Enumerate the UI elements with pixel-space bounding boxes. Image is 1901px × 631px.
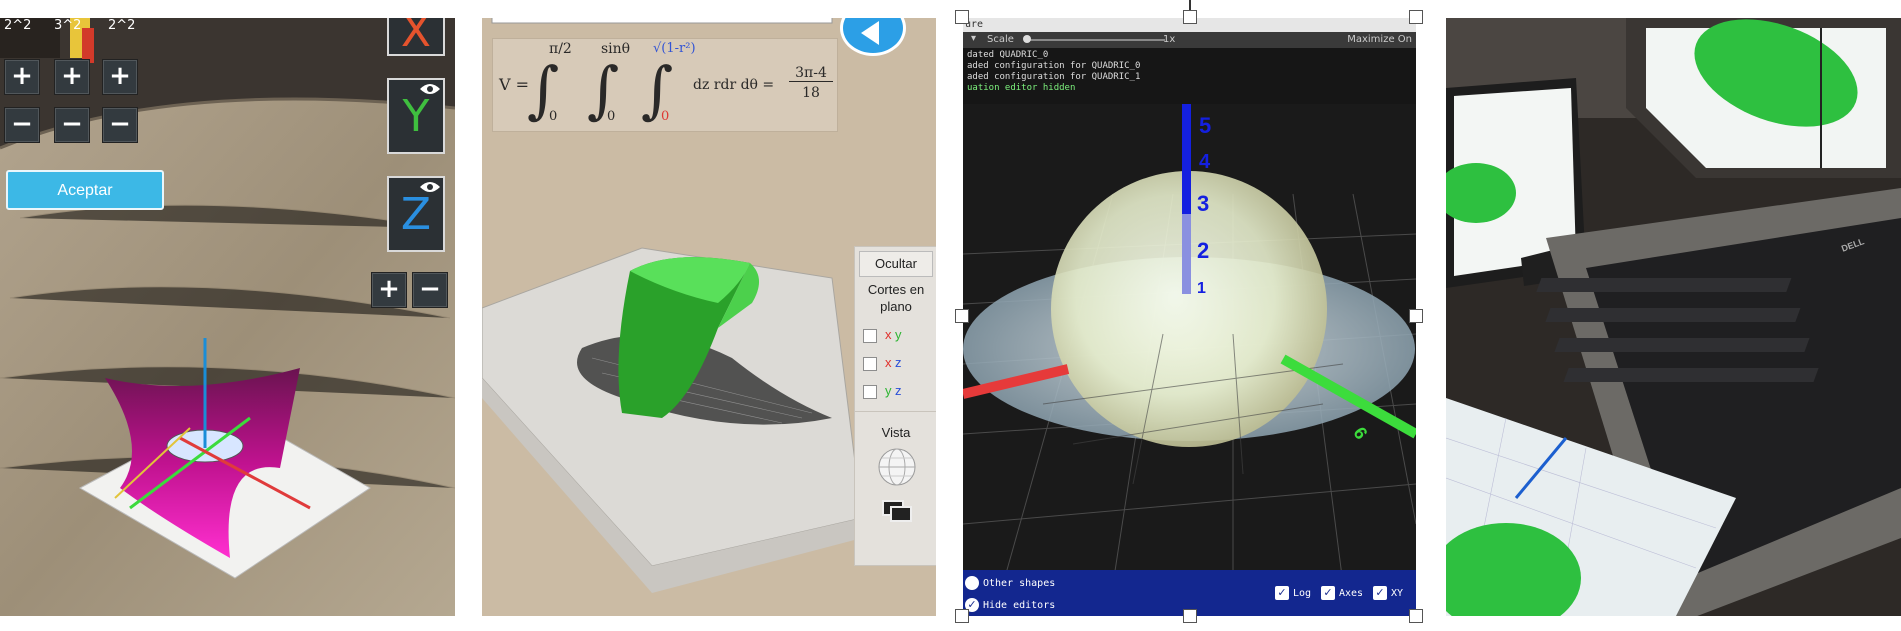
3d-viewport[interactable] bbox=[963, 104, 1416, 584]
check-icon: ✓ bbox=[1275, 586, 1289, 600]
ar-hyperboloid-panel: 2^2 3^2 2^2 + + + − − − Aceptar X Y Z + … bbox=[0, 18, 455, 616]
other-shapes-label: Other shapes bbox=[983, 578, 1056, 589]
integrand: dz rdr dθ = bbox=[693, 77, 775, 93]
view-title: Vista bbox=[881, 425, 911, 440]
laptop-photo-panel: DELL bbox=[1446, 18, 1901, 616]
zoom-in-button[interactable]: + bbox=[371, 272, 407, 308]
lower-limit-1: 0 bbox=[549, 109, 558, 124]
axis-z-toggle[interactable]: Z bbox=[387, 176, 445, 252]
laptop-photo bbox=[1446, 18, 1901, 616]
scale-toolbar: ▾ Scale 1x Maximize On bbox=[963, 32, 1416, 48]
console-line: dated QUADRIC_0 bbox=[967, 50, 1049, 60]
hide-editors-toggle[interactable]: ✓ Hide editors bbox=[965, 598, 1055, 612]
xy-label-b: y bbox=[895, 327, 902, 342]
fraction-numerator: 3π-4 bbox=[789, 65, 833, 82]
lower-limit-3: 0 bbox=[661, 109, 670, 124]
axis-y-toggle[interactable]: Y bbox=[387, 78, 445, 154]
axis-tick-4: 4 bbox=[1199, 151, 1211, 173]
axis-x-toggle[interactable]: X bbox=[387, 18, 445, 57]
yz-checkbox[interactable] bbox=[863, 385, 877, 399]
xy-label: XY bbox=[1391, 588, 1404, 599]
hide-button[interactable]: Ocultar bbox=[859, 251, 933, 277]
axis-tick-5: 5 bbox=[1199, 113, 1212, 138]
quadric-viewer-panel: ure ▾ Scale 1x Maximize On dated QUADRIC… bbox=[963, 18, 1416, 616]
scale-value: 1x bbox=[1163, 34, 1176, 45]
scale-slider[interactable] bbox=[1025, 39, 1165, 41]
decrease-degree-2-button[interactable]: − bbox=[54, 107, 90, 143]
xy-label-a: x bbox=[885, 327, 892, 342]
fraction-denominator: 18 bbox=[802, 85, 820, 101]
check-icon: ✓ bbox=[1321, 586, 1335, 600]
axis-tick-3: 3 bbox=[1197, 191, 1210, 216]
axis-x-label: X bbox=[400, 18, 432, 57]
resize-handle[interactable] bbox=[1409, 309, 1423, 323]
degree-label-2: 3^2 bbox=[54, 18, 82, 33]
upper-limit-3: √(1-r²) bbox=[653, 41, 696, 56]
console-line: uation editor hidden bbox=[967, 83, 1076, 93]
maximize-on-play[interactable]: Maximize On bbox=[1347, 34, 1412, 45]
increase-degree-1-button[interactable]: + bbox=[4, 59, 40, 95]
axis-y-label: Y bbox=[402, 91, 430, 142]
resize-handle[interactable] bbox=[1183, 609, 1197, 623]
resize-handle[interactable] bbox=[955, 10, 969, 24]
degree-label-3: 2^2 bbox=[108, 18, 136, 33]
resize-handle[interactable] bbox=[1409, 609, 1423, 623]
axis-tick-2: 2 bbox=[1197, 238, 1210, 263]
windows-icon[interactable] bbox=[879, 497, 915, 527]
resize-handle[interactable] bbox=[1183, 10, 1197, 24]
eye-icon bbox=[420, 182, 440, 192]
radio-icon bbox=[965, 576, 979, 590]
formula-prefix: V = bbox=[499, 75, 530, 94]
lower-limit-2: 0 bbox=[607, 109, 616, 124]
accept-button[interactable]: Aceptar bbox=[6, 170, 164, 210]
cuts-title: Cortes en plano bbox=[867, 282, 925, 314]
yz-label-a: y bbox=[885, 383, 892, 398]
sphere-view-icon[interactable] bbox=[877, 447, 917, 487]
decrease-degree-3-button[interactable]: − bbox=[102, 107, 138, 143]
axis-tick-1: 1 bbox=[1197, 280, 1206, 297]
integral-formula: V = ∫ π/2 0 ∫ sinθ 0 ∫ √(1-r²) 0 dz rdr … bbox=[492, 38, 838, 132]
axis-z-label: Z bbox=[400, 189, 432, 240]
plane-cuts-panel: Ocultar Cortes en plano x y x z y z Vist… bbox=[854, 246, 936, 566]
upper-limit-2: sinθ bbox=[601, 41, 631, 57]
degree-label-1: 2^2 bbox=[4, 18, 32, 33]
increase-degree-2-button[interactable]: + bbox=[54, 59, 90, 95]
console-line: aded configuration for QUADRIC_1 bbox=[967, 72, 1141, 82]
decrease-degree-1-button[interactable]: − bbox=[4, 107, 40, 143]
other-shapes-toggle[interactable]: Other shapes bbox=[965, 576, 1055, 590]
upper-limit-1: π/2 bbox=[549, 41, 572, 57]
xy-toggle[interactable]: ✓ XY bbox=[1373, 586, 1403, 600]
resize-handle[interactable] bbox=[955, 609, 969, 623]
log-label: Log bbox=[1293, 588, 1312, 599]
log-toggle[interactable]: ✓ Log bbox=[1275, 586, 1311, 600]
resize-handle[interactable] bbox=[955, 309, 969, 323]
xz-label-b: z bbox=[895, 355, 902, 370]
axes-toggle[interactable]: ✓ Axes bbox=[1321, 586, 1363, 600]
ar-integral-panel: V = ∫ π/2 0 ∫ sinθ 0 ∫ √(1-r²) 0 dz rdr … bbox=[482, 18, 936, 616]
zoom-out-button[interactable]: − bbox=[412, 272, 448, 308]
increase-degree-3-button[interactable]: + bbox=[102, 59, 138, 95]
xz-checkbox[interactable] bbox=[863, 357, 877, 371]
console-line: aded configuration for QUADRIC_0 bbox=[967, 61, 1141, 71]
eye-icon bbox=[420, 84, 440, 94]
yz-label-b: z bbox=[895, 383, 902, 398]
scale-slider-handle[interactable] bbox=[1023, 35, 1031, 43]
console-log: dated QUADRIC_0 aded configuration for Q… bbox=[963, 48, 1416, 104]
chevron-down-icon[interactable]: ▾ bbox=[971, 33, 976, 44]
scale-label: Scale bbox=[987, 34, 1014, 45]
rotate-handle[interactable] bbox=[1189, 0, 1191, 10]
axes-label: Axes bbox=[1339, 588, 1364, 599]
hide-editors-label: Hide editors bbox=[983, 600, 1056, 611]
xy-checkbox[interactable] bbox=[863, 329, 877, 343]
xz-label-a: x bbox=[885, 355, 892, 370]
check-icon: ✓ bbox=[1373, 586, 1387, 600]
resize-handle[interactable] bbox=[1409, 10, 1423, 24]
